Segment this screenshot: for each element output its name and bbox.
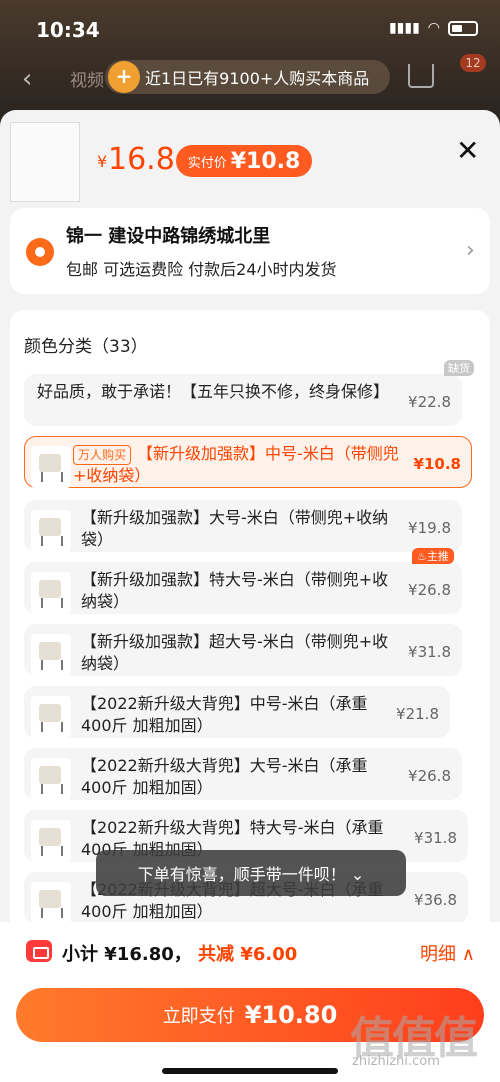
address-line: 锦一 建设中路锦绣城北里 (66, 226, 271, 247)
chevron-right-icon: › (466, 238, 475, 263)
subtotal-label: 小计 (62, 944, 98, 965)
sku-card: 颜色分类（33） 好品质，敢于承诺！【五年只换不修，终身保修】 ¥22.8 缺货… (10, 310, 490, 940)
wifi-icon: ◠ (427, 20, 440, 36)
background-tab-title: 视频 (70, 71, 104, 91)
subtotal-value: ¥16.80， (104, 944, 192, 965)
real-price-badge: 实付价 ¥10.8 (176, 145, 312, 177)
pay-now-amount: ¥10.80 (244, 1001, 338, 1029)
sku-option-image (31, 820, 71, 862)
sku-option[interactable]: 【2022新升级大背兜】大号-米白（承重400斤 加粗加固） ¥26.8 (24, 748, 462, 800)
detail-button[interactable]: 明细 ∧ (420, 940, 475, 966)
sku-option-image (31, 510, 71, 552)
product-thumbnail[interactable] (10, 122, 80, 202)
sku-option-image (31, 634, 71, 676)
sku-option-text: 万人购买 【新升级加强款】中号-米白（带侧兜+收纳袋） (73, 444, 399, 485)
sku-option-image (31, 446, 71, 488)
promo-text: 近1日已有9100+人购买本商品 (145, 69, 370, 88)
sku-option-price: ¥31.8 (408, 643, 451, 661)
sku-option[interactable]: 【新升级加强款】大号-米白（带侧兜+收纳袋） ¥19.8 (24, 500, 462, 552)
sku-option-text: 好品质，敢于承诺！【五年只换不修，终身保修】 (37, 382, 390, 401)
address-card[interactable]: 锦一 建设中路锦绣城北里 包邮 可选运费险 付款后24小时内发货 › (10, 208, 490, 294)
sku-option[interactable]: 【新升级加强款】特大号-米白（带侧兜+收纳袋） ¥26.8 (24, 562, 462, 614)
cart-badge: 12 (460, 54, 486, 72)
sku-option-image (31, 696, 71, 738)
real-price-value: ¥10.8 (230, 148, 301, 174)
sku-option-selected[interactable]: 万人购买 【新升级加强款】中号-米白（带侧兜+收纳袋） ¥10.8 (24, 436, 472, 488)
sold-out-badge: 缺货 (444, 360, 474, 376)
promo-banner: 近1日已有9100+人购买本商品 (105, 60, 390, 94)
real-price-label: 实付价 (187, 155, 227, 171)
sku-option-price: ¥22.8 (408, 393, 451, 411)
home-indicator[interactable] (162, 1068, 338, 1074)
toast-message[interactable]: 下单有惊喜，顺手带一件呗！ ⌄ (96, 850, 406, 896)
location-pin-icon (26, 238, 54, 266)
sku-option-price: ¥21.8 (396, 705, 439, 723)
sku-option-price: ¥19.8 (408, 519, 451, 537)
sku-option-image (31, 572, 71, 614)
sku-option-text: 【新升级加强款】大号-米白（带侧兜+收纳袋） (81, 508, 389, 549)
discount-value: ¥6.00 (240, 944, 298, 965)
sku-option[interactable]: 【2022新升级大背兜】中号-米白（承重400斤 加粗加固） ¥21.8 (24, 686, 450, 738)
battery-icon (448, 20, 478, 36)
close-button[interactable]: ✕ (456, 134, 479, 167)
recommended-badge: ♨主推 (412, 548, 454, 564)
sku-option-price: ¥26.8 (408, 767, 451, 785)
sku-option-text: 【新升级加强款】特大号-米白（带侧兜+收纳袋） (81, 570, 389, 611)
status-time: 10:34 (36, 18, 100, 42)
back-icon[interactable]: ‹ (22, 64, 32, 94)
pay-now-label: 立即支付 (162, 1006, 235, 1027)
subtotal: 小计 ¥16.80， 共减 ¥6.00 (62, 940, 297, 966)
sku-option-price: ¥36.8 (414, 891, 457, 909)
bottom-bar: 小计 ¥16.80， 共减 ¥6.00 明细 ∧ 立即支付 ¥10.80 值值值… (0, 922, 500, 1082)
sku-title: 颜色分类（33） (24, 337, 148, 357)
price-currency: ¥ (97, 152, 108, 171)
sku-option-image (31, 882, 71, 924)
price: 16.8 (108, 142, 175, 177)
sku-option-image (31, 758, 71, 800)
sku-option-price: ¥10.8 (413, 455, 461, 473)
watermark-url: zhizhizhi.com (352, 1054, 440, 1069)
discount-label: 共减 (198, 944, 235, 965)
sku-option-text: 【2022新升级大背兜】中号-米白（承重400斤 加粗加固） (81, 694, 368, 735)
sku-option-text: 【2022新升级大背兜】大号-米白（承重400斤 加粗加固） (81, 756, 368, 797)
sku-option-price: ¥31.8 (414, 829, 457, 847)
sku-option-text: 【新升级加强款】超大号-米白（带侧兜+收纳袋） (81, 632, 389, 673)
sku-option[interactable]: 好品质，敢于承诺！【五年只换不修，终身保修】 ¥22.8 (24, 374, 462, 426)
cart-icon[interactable] (408, 64, 434, 88)
shipping-info: 包邮 可选运费险 付款后24小时内发货 (66, 260, 337, 279)
status-icons: ▮▮▮▮ ◠ (389, 20, 478, 36)
coupon-icon (26, 940, 52, 962)
sku-option[interactable]: 【新升级加强款】超大号-米白（带侧兜+收纳袋） ¥31.8 (24, 624, 462, 676)
cart-plus-icon: + (108, 61, 140, 93)
popular-tag: 万人购买 (73, 445, 132, 465)
sku-option-price: ¥26.8 (408, 581, 451, 599)
signal-icon: ▮▮▮▮ (388, 20, 420, 36)
